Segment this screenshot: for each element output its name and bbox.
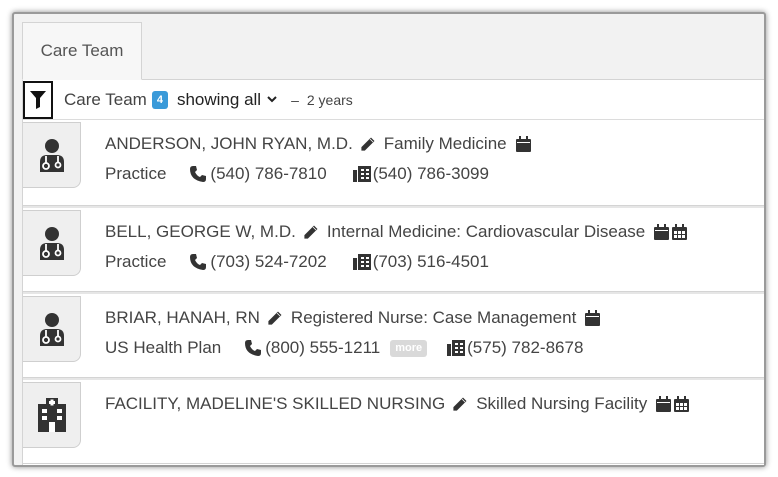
care-team-widget: Care Team Care Team 4 showing all –2 yea… [12, 12, 766, 467]
phone-number[interactable]: (703) 524-7202 [210, 252, 326, 272]
phone-icon [245, 340, 262, 356]
filter-button[interactable] [23, 80, 53, 119]
fax-number: (540) 786-3099 [372, 164, 489, 183]
care-team-title: Care Team [64, 89, 147, 109]
showing-dropdown[interactable]: showing all [177, 90, 277, 110]
fax-number: (575) 782-8678 [467, 338, 584, 357]
calendar-icon[interactable] [654, 224, 670, 240]
fax-number: (703) 516-4501 [372, 252, 489, 271]
member-organization: Practice [105, 252, 167, 271]
edit-pencil-icon[interactable] [267, 310, 283, 326]
member-contact: Practice (540) 786-7810 (540) 786-3099 [105, 164, 489, 184]
member-count-badge: 4 [151, 90, 168, 109]
showing-label: showing all [176, 89, 262, 109]
phone-number[interactable]: (800) 555-1211 [265, 338, 380, 358]
doctor-icon [39, 313, 64, 346]
member-name: ANDERSON, JOHN RYAN, M.D. [105, 134, 353, 153]
doctor-icon [39, 227, 64, 260]
phone-number[interactable]: (540) 786-7810 [210, 164, 326, 184]
member-header: ANDERSON, JOHN RYAN, M.D. Family Medicin… [105, 134, 531, 154]
hospital-building-icon [37, 398, 66, 432]
care-team-row: BELL, GEORGE W, M.D. Internal Medicine: … [23, 206, 764, 292]
member-header: BELL, GEORGE W, M.D. Internal Medicine: … [105, 222, 688, 242]
care-team-panel: Care Team 4 showing all –2 years ANDERSO… [22, 80, 764, 465]
calendar-icon[interactable] [515, 136, 531, 152]
member-name: BRIAR, HANAH, RN [105, 308, 260, 327]
member-name: BELL, GEORGE W, M.D. [105, 222, 296, 241]
avatar [23, 382, 81, 448]
avatar [23, 296, 81, 362]
avatar [23, 210, 81, 276]
fax-icon [352, 254, 371, 270]
care-team-row: BRIAR, HANAH, RN Registered Nurse: Case … [23, 292, 764, 378]
fax-group: (703) 516-4501 [352, 252, 489, 272]
avatar [23, 122, 81, 188]
edit-pencil-icon[interactable] [452, 396, 468, 412]
member-contact: US Health Plan (800) 555-1211 more (575)… [105, 338, 583, 358]
care-team-row: FACILITY, MADELINE'S SKILLED NURSING Ski… [23, 378, 764, 464]
phone-group: (800) 555-1211 more [245, 338, 428, 358]
calendar-icon[interactable] [656, 396, 672, 412]
phone-icon [190, 166, 207, 182]
calendar-grid-icon[interactable] [672, 224, 688, 240]
edit-pencil-icon[interactable] [303, 224, 319, 240]
edit-pencil-icon[interactable] [360, 136, 376, 152]
fax-icon [447, 340, 466, 356]
tab-bar: Care Team [22, 22, 764, 80]
member-specialty: Skilled Nursing Facility [476, 394, 648, 413]
member-contact: Practice (703) 524-7202 (703) 516-4501 [105, 252, 489, 272]
member-specialty: Registered Nurse: Case Management [290, 308, 577, 327]
tab-care-team[interactable]: Care Team [22, 22, 142, 80]
member-specialty: Family Medicine [383, 134, 507, 153]
member-header: BRIAR, HANAH, RN Registered Nurse: Case … [105, 308, 601, 328]
doctor-icon [39, 139, 64, 172]
range-label: 2 years [306, 91, 353, 108]
member-header: FACILITY, MADELINE'S SKILLED NURSING Ski… [105, 394, 690, 414]
time-range: –2 years [291, 92, 353, 108]
filter-icon [30, 90, 46, 109]
fax-group: (575) 782-8678 [447, 338, 583, 358]
phone-group: (703) 524-7202 [190, 252, 327, 272]
care-team-row: ANDERSON, JOHN RYAN, M.D. Family Medicin… [23, 120, 764, 206]
calendar-grid-icon[interactable] [674, 396, 690, 412]
member-name: FACILITY, MADELINE'S SKILLED NURSING [105, 394, 446, 413]
member-specialty: Internal Medicine: Cardiovascular Diseas… [326, 222, 646, 241]
fax-group: (540) 786-3099 [352, 164, 489, 184]
chevron-down-icon [267, 96, 277, 103]
calendar-icon[interactable] [585, 310, 601, 326]
filter-bar: Care Team 4 showing all –2 years [23, 80, 764, 120]
member-organization: US Health Plan [105, 338, 222, 357]
phone-group: (540) 786-7810 [190, 164, 327, 184]
fax-icon [352, 166, 371, 182]
phone-icon [190, 254, 207, 270]
member-organization: Practice [105, 164, 167, 183]
more-phones-button[interactable]: more [390, 339, 428, 357]
range-dash: – [291, 91, 299, 108]
